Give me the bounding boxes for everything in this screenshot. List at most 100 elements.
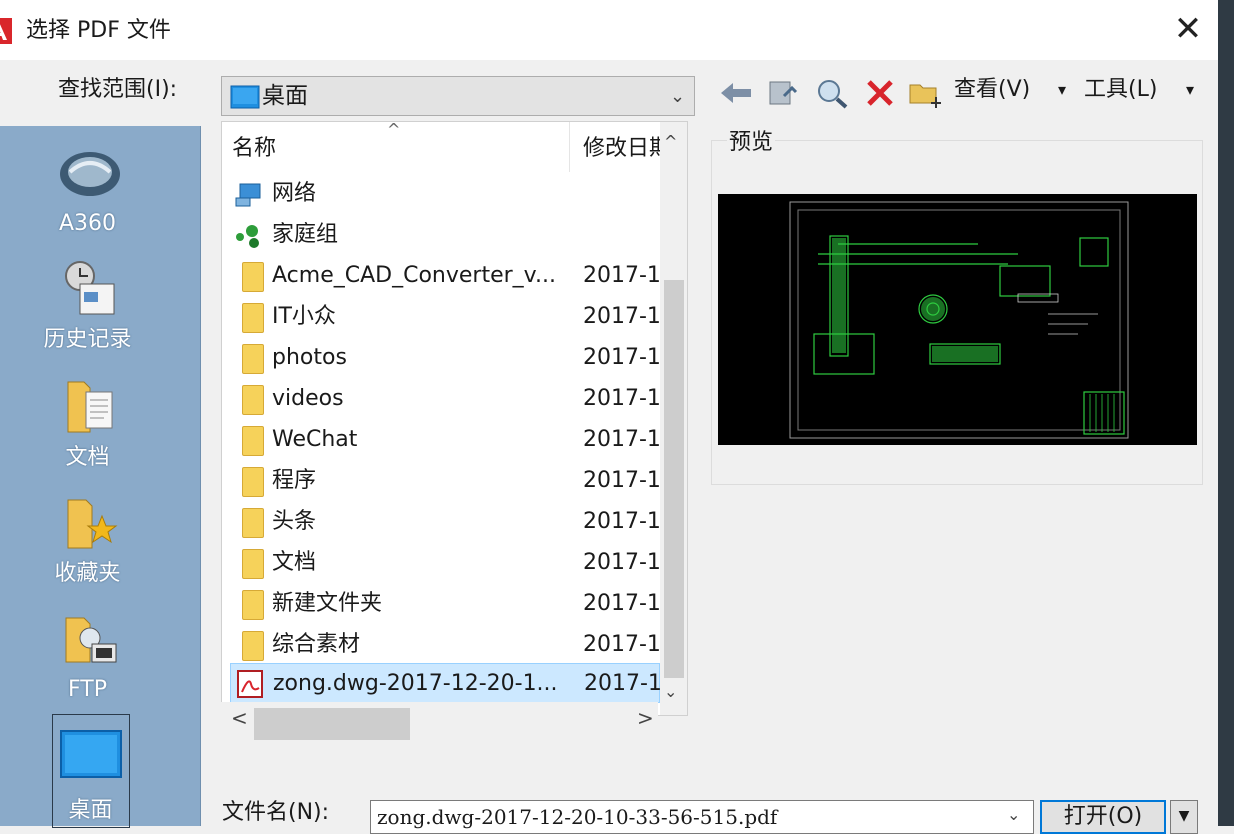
file-name: IT小众 [272,304,336,329]
dialog-title: 选择 PDF 文件 [26,18,171,43]
vertical-scrollbar[interactable]: ^ ⌄ [660,122,687,715]
tools-dropdown-icon[interactable]: ▾ [1186,74,1194,106]
view-dropdown-icon[interactable]: ▾ [1058,74,1066,106]
file-date: 2017-1 [583,345,659,370]
up-folder-icon [769,81,798,105]
file-date: 2017-1 [583,591,659,616]
file-name: 家庭组 [272,222,339,247]
title-bar [0,0,1218,60]
new-folder-button[interactable] [906,76,946,110]
place-label: 文档 [65,445,110,470]
list-item[interactable]: 头条 2017-1 [230,502,660,542]
list-item[interactable]: 家庭组 [230,215,660,255]
place-label: FTP [68,677,107,702]
folder-icon [242,385,264,415]
look-in-value: 桌面 [262,83,308,109]
tools-menu[interactable]: 工具(L) [1084,74,1157,106]
file-date: 2017-1 [583,509,659,534]
favorites-icon [67,499,118,549]
places-bar: A360 历史记录 文档 收藏夹 FTP 桌面 [0,126,201,828]
place-ftp[interactable]: FTP [0,600,175,710]
file-name-value: zong.dwg-2017-12-20-10-33-56-515.pdf [377,805,778,829]
network-icon [235,183,261,207]
list-item[interactable]: videos 2017-1 [230,379,660,419]
sort-ascending-icon: ^ [387,121,401,139]
list-item[interactable]: 文档 2017-1 [230,543,660,583]
file-name: WeChat [272,427,358,452]
scroll-up-icon[interactable]: ^ [664,132,677,151]
up-folder-button[interactable] [762,76,802,110]
folder-icon [242,344,264,374]
file-name: 新建文件夹 [272,591,383,616]
preview-label: 预览 [727,127,776,159]
look-in-combobox[interactable]: 桌面 ⌄ [221,76,695,116]
autocad-app-icon [0,18,12,44]
desktop-icon [60,730,122,778]
vertical-scroll-thumb[interactable] [664,280,684,678]
file-name: zong.dwg-2017-12-20-1... [273,671,558,696]
back-button[interactable] [716,76,756,110]
file-name: 网络 [272,181,317,206]
folder-icon [242,549,264,579]
place-label: 桌面 [68,798,113,823]
ftp-icon [65,617,117,663]
column-header-name[interactable]: 名称 [232,134,276,164]
list-item[interactable]: WeChat 2017-1 [230,420,660,460]
look-in-label: 查找范围(I): [58,77,178,102]
a360-icon [60,152,120,196]
list-item-selected[interactable]: zong.dwg-2017-12-20-1... 2017-1 [230,663,660,703]
place-a360[interactable]: A360 [0,134,175,244]
file-name-input[interactable]: zong.dwg-2017-12-20-10-33-56-515.pdf ⌄ [370,800,1034,834]
scroll-right-icon[interactable]: > [637,706,654,730]
place-history[interactable]: 历史记录 [0,250,175,360]
file-date: 2017-1 [583,550,659,575]
chevron-down-icon[interactable]: ⌄ [670,83,685,111]
file-date: 2017-1 [583,468,659,493]
list-item[interactable]: photos 2017-1 [230,338,660,378]
file-name-label: 文件名(N): [222,800,330,825]
list-item[interactable]: Acme_CAD_Converter_v... 2017-1 [230,256,660,296]
folder-icon [242,590,264,620]
folder-icon [242,508,264,538]
column-divider[interactable] [569,122,570,172]
delete-icon [867,80,893,106]
folder-icon [242,262,264,292]
file-name: 综合素材 [272,632,361,657]
file-date: 2017-1 [583,263,659,288]
list-item[interactable]: 综合素材 2017-1 [230,625,660,665]
close-button[interactable]: ✕ [1166,10,1210,50]
open-button[interactable]: 打开(O) [1040,800,1166,834]
list-item[interactable]: 网络 [230,174,660,214]
documents-icon [67,381,113,433]
place-label: 历史记录 [43,327,132,352]
view-menu[interactable]: 查看(V) [954,74,1030,106]
folder-icon [242,631,264,661]
list-item[interactable]: 程序 2017-1 [230,461,660,501]
place-favorites[interactable]: 收藏夹 [0,484,175,594]
list-item[interactable]: IT小众 2017-1 [230,297,660,337]
search-web-icon [818,80,848,109]
place-desktop[interactable]: 桌面 [52,714,130,828]
open-dropdown-button[interactable]: ▼ [1170,800,1198,834]
delete-button[interactable] [860,76,900,110]
homegroup-icon [236,225,259,248]
file-name: 文档 [272,550,317,575]
place-label: 收藏夹 [54,561,121,586]
file-date: 2017-1 [583,304,659,329]
horizontal-scroll-thumb[interactable] [254,708,410,740]
column-header-date[interactable]: 修改日期 [583,134,661,164]
search-web-button[interactable] [812,76,852,110]
preview-thumbnail [718,194,1197,445]
file-list[interactable]: 名称 ^ 修改日期 网络 家庭组 Acme_CAD_Converter_v...… [221,121,688,716]
scroll-down-icon[interactable]: ⌄ [664,682,677,701]
list-item[interactable]: 新建文件夹 2017-1 [230,584,660,624]
file-name: 头条 [272,509,317,534]
file-date: 2017-1 [583,632,659,657]
chevron-down-icon[interactable]: ⌄ [1007,805,1020,824]
scroll-left-icon[interactable]: < [231,706,248,730]
folder-icon [242,467,264,497]
place-label: A360 [58,211,117,236]
horizontal-scrollbar[interactable]: < > [221,702,658,742]
place-documents[interactable]: 文档 [0,368,175,478]
file-name: videos [272,386,344,411]
